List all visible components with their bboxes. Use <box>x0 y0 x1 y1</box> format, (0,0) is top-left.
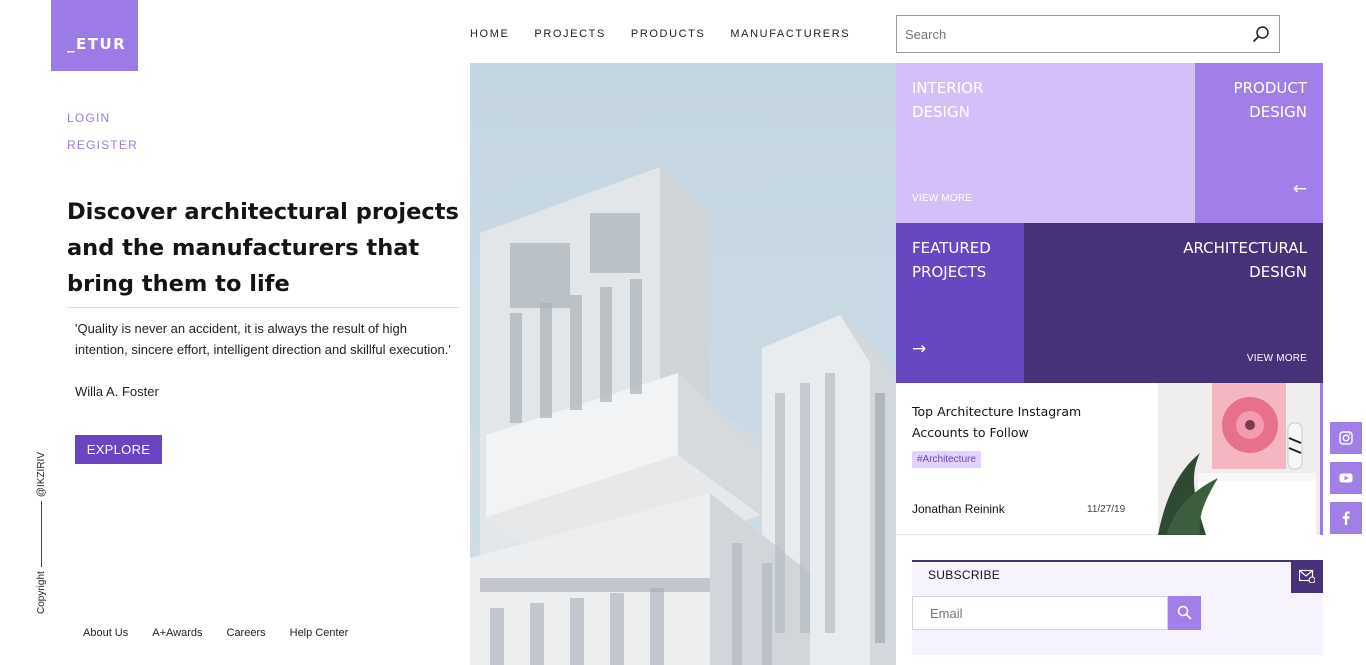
copyright-label: Copyright <box>36 571 47 614</box>
nav-manufacturers[interactable]: MANUFACTURERS <box>730 28 850 40</box>
copyright-handle: @IKZIRIV <box>36 452 47 498</box>
subscribe-label: SUBSCRIBE <box>928 568 1001 582</box>
youtube-button[interactable] <box>1330 462 1362 494</box>
article-edge-accent <box>1320 383 1323 535</box>
arrow-right-icon[interactable]: → <box>912 337 926 361</box>
register-link[interactable]: REGISTER <box>67 138 138 152</box>
article-card[interactable]: Top Architecture Instagram Accounts to F… <box>896 383 1323 535</box>
tile-featured-line2: PROJECTS <box>912 263 987 281</box>
mail-icon <box>1291 560 1323 593</box>
tile-featured-projects[interactable]: FEATURED PROJECTS → <box>896 223 1024 383</box>
logo[interactable]: _ETUR <box>51 0 138 71</box>
arrow-left-icon[interactable]: ← <box>1293 177 1307 201</box>
building-illustration <box>470 167 896 665</box>
copyright-line <box>41 501 42 568</box>
subscribe-search-button[interactable] <box>1168 596 1201 630</box>
nav-projects[interactable]: PROJECTS <box>534 28 605 40</box>
hero-quote: 'Quality is never an accident, it is alw… <box>75 321 451 357</box>
article-title[interactable]: Top Architecture Instagram Accounts to F… <box>912 401 1132 443</box>
tile-featured-title: FEATURED PROJECTS <box>912 236 991 284</box>
main-nav: HOME PROJECTS PRODUCTS MANUFACTURERS <box>470 28 850 40</box>
article-thumbnail-image[interactable] <box>1158 383 1320 535</box>
tile-product-line2: DESIGN <box>1249 103 1307 121</box>
footer-link-careers[interactable]: Careers <box>227 627 266 639</box>
login-link[interactable]: LOGIN <box>67 111 138 125</box>
search-input[interactable] <box>897 16 1227 52</box>
facebook-icon <box>1342 511 1350 525</box>
tile-arch-title: ARCHITECTURAL DESIGN <box>1183 236 1307 284</box>
article-tag[interactable]: #Architecture <box>912 451 981 468</box>
article-date: 11/27/19 <box>1087 504 1126 515</box>
divider <box>67 307 459 308</box>
article-author: Jonathan Reinink <box>912 502 1005 516</box>
facebook-button[interactable] <box>1330 502 1362 534</box>
tile-arch-line2: DESIGN <box>1249 263 1307 281</box>
search-icon <box>1177 605 1192 620</box>
arch-view-more-link[interactable]: VIEW MORE <box>1247 347 1307 371</box>
copyright-vertical: Copyright @IKZIRIV <box>36 452 47 614</box>
footer-links: About Us A+Awards Careers Help Center <box>83 627 348 639</box>
interior-illustration <box>1158 383 1320 535</box>
email-field[interactable] <box>912 596 1168 630</box>
footer-link-help[interactable]: Help Center <box>290 627 349 639</box>
footer-link-awards[interactable]: A+Awards <box>152 627 202 639</box>
footer-link-about[interactable]: About Us <box>83 627 128 639</box>
hero-building-image <box>470 63 896 665</box>
auth-links: LOGIN REGISTER <box>67 111 138 165</box>
youtube-icon <box>1339 473 1353 483</box>
tile-interior-line1: INTERIOR <box>912 79 984 97</box>
hero-headline: Discover architectural projects and the … <box>67 199 459 297</box>
subscribe-top-bar <box>912 560 1292 562</box>
instagram-icon <box>1339 431 1353 445</box>
tile-product-line1: PRODUCT <box>1233 79 1307 97</box>
search-icon[interactable] <box>1252 25 1270 43</box>
tile-featured-line1: FEATURED <box>912 239 991 257</box>
tile-interior-title: INTERIOR DESIGN <box>912 76 983 124</box>
search-box <box>896 15 1280 53</box>
tile-product-title: PRODUCT DESIGN <box>1234 76 1307 124</box>
nav-home[interactable]: HOME <box>470 28 509 40</box>
instagram-button[interactable] <box>1330 422 1362 454</box>
interior-view-more-link[interactable]: VIEW MORE <box>912 187 972 211</box>
tile-interior-line2: DESIGN <box>912 103 970 121</box>
tile-arch-line1: ARCHITECTURAL <box>1183 239 1307 257</box>
explore-button[interactable]: EXPLORE <box>75 435 162 464</box>
mail-icon-svg <box>1299 569 1315 583</box>
nav-products[interactable]: PRODUCTS <box>631 28 706 40</box>
tile-product-design[interactable]: PRODUCT DESIGN ← <box>1195 63 1323 223</box>
subscribe-panel: SUBSCRIBE <box>912 560 1323 655</box>
tile-architectural-design[interactable]: ARCHITECTURAL DESIGN VIEW MORE <box>1024 223 1323 383</box>
tile-interior-design[interactable]: INTERIOR DESIGN VIEW MORE <box>896 63 1195 223</box>
quote-author: Willa A. Foster <box>75 384 159 399</box>
